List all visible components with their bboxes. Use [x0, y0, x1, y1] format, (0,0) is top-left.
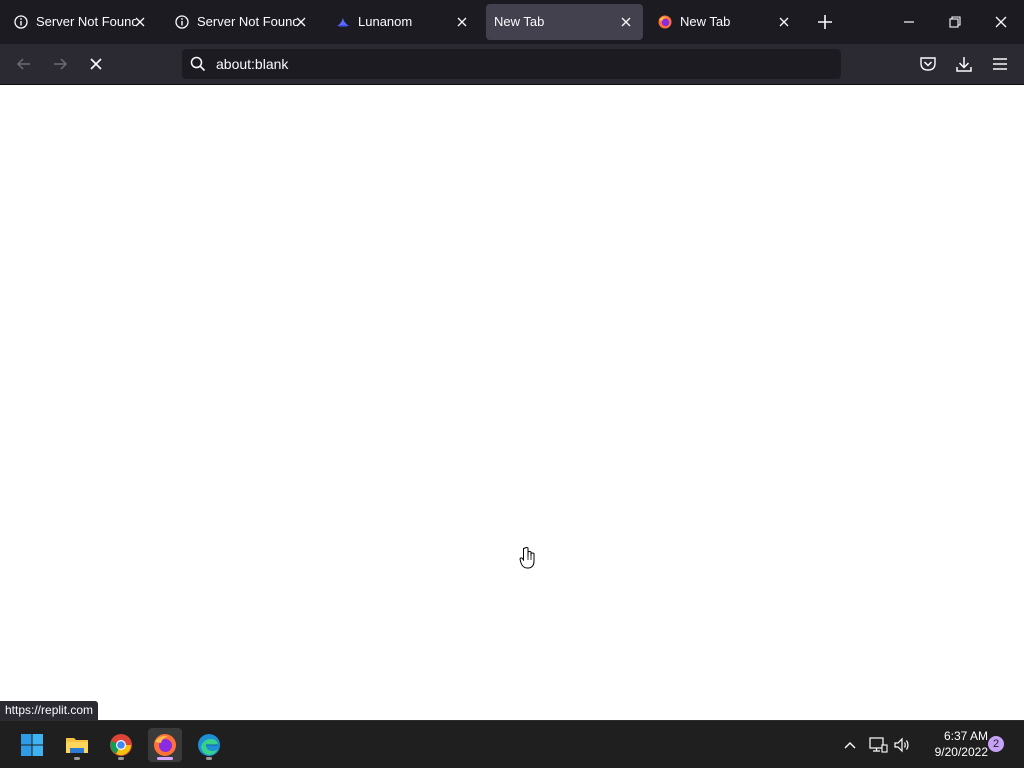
edge-button[interactable] [192, 728, 226, 762]
tab-label: New Tab [680, 14, 731, 29]
downloads-icon[interactable] [953, 53, 975, 75]
chrome-button[interactable] [104, 728, 138, 762]
running-indicator [118, 757, 124, 760]
close-tab-icon[interactable] [131, 13, 149, 31]
network-icon[interactable] [868, 735, 888, 755]
url-input[interactable] [216, 53, 816, 75]
firefox-icon [658, 15, 672, 29]
running-indicator [206, 757, 212, 760]
menu-hamburger-icon[interactable] [989, 53, 1011, 75]
tab-server-not-found-1[interactable]: Server Not Found [4, 4, 157, 40]
info-icon [14, 15, 28, 29]
close-tab-icon[interactable] [292, 13, 310, 31]
info-icon [175, 15, 189, 29]
tab-label: Server Not Found [36, 14, 136, 29]
tab-strip: Server Not Found Server Not Found Lunano… [0, 0, 1024, 44]
edge-icon [198, 734, 220, 756]
tab-new-tab-active[interactable]: New Tab [486, 4, 643, 40]
firefox-taskbar-button[interactable] [148, 728, 182, 762]
page-content[interactable] [0, 85, 1024, 720]
tab-label: New Tab [494, 14, 545, 29]
chrome-icon [110, 734, 132, 756]
hand-pointer-cursor-icon [519, 546, 537, 570]
lunanom-favicon-icon [336, 15, 350, 29]
folder-icon [66, 738, 88, 753]
tab-label: Server Not Found [197, 14, 297, 29]
forward-arrow-icon[interactable] [48, 52, 72, 76]
address-bar[interactable] [182, 49, 841, 79]
back-arrow-icon[interactable] [12, 52, 36, 76]
windows-taskbar: 6:37 AM 9/20/2022 2 [0, 720, 1024, 768]
file-explorer-button[interactable] [60, 728, 94, 762]
show-hidden-icons-chevron-icon[interactable] [840, 735, 860, 755]
close-tab-icon[interactable] [775, 13, 793, 31]
system-clock[interactable]: 6:37 AM 9/20/2022 [918, 728, 988, 760]
pocket-icon[interactable] [917, 53, 939, 75]
firefox-icon [154, 734, 176, 756]
minimize-icon[interactable] [895, 8, 923, 36]
tab-label: Lunanom [358, 14, 413, 29]
stop-loading-icon[interactable] [84, 52, 108, 76]
notification-badge[interactable]: 2 [988, 736, 1004, 752]
active-indicator [157, 757, 173, 760]
windows-logo-icon [21, 734, 43, 756]
close-tab-icon[interactable] [453, 13, 471, 31]
navigation-toolbar [0, 44, 1024, 85]
clock-date: 9/20/2022 [934, 745, 988, 759]
search-icon [190, 56, 206, 72]
new-tab-button[interactable] [814, 11, 836, 33]
volume-icon[interactable] [892, 735, 912, 755]
clock-time: 6:37 AM [943, 729, 988, 743]
tab-new-tab[interactable]: New Tab [648, 4, 801, 40]
status-link-preview: https://replit.com [0, 701, 99, 720]
restore-icon[interactable] [941, 8, 969, 36]
close-tab-icon[interactable] [617, 13, 635, 31]
start-button[interactable] [15, 728, 49, 762]
tab-server-not-found-2[interactable]: Server Not Found [165, 4, 318, 40]
tab-lunanom[interactable]: Lunanom [326, 4, 479, 40]
running-indicator [74, 757, 80, 760]
close-window-icon[interactable] [987, 8, 1015, 36]
